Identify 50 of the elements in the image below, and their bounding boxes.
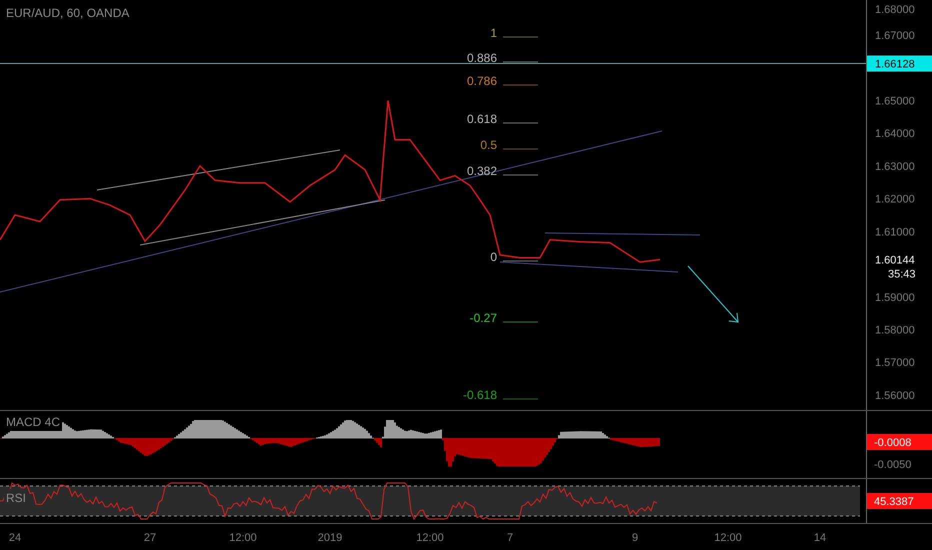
macd-axis-label: -0.0050: [874, 459, 912, 471]
fib-level-line: [502, 174, 538, 176]
price-axis-label: 1.64000: [875, 128, 915, 140]
time-axis-label: 12:00: [416, 532, 444, 544]
price-axis-label: 1.68000: [875, 4, 915, 16]
fib-level-line: [502, 122, 538, 124]
time-axis-label: 7: [506, 532, 514, 544]
price-axis-label: 1.61000: [875, 226, 915, 238]
fib-level-line: [502, 260, 538, 262]
channel-line[interactable]: [544, 232, 700, 236]
time-axis-label: 12:00: [714, 532, 742, 544]
fib-level-line: [502, 36, 538, 38]
arrow[interactable]: [688, 266, 739, 323]
time-axis-label: 9: [632, 532, 638, 544]
chart-title: EUR/AUD, 60, OANDA: [6, 5, 130, 22]
price-tag: 1.66128: [867, 56, 932, 72]
time-axis-label: 14: [814, 532, 826, 544]
fib-level-line: [502, 84, 538, 86]
fib-level-label: 0.382: [466, 164, 497, 178]
price-axis-label: 1.59000: [875, 292, 915, 304]
price-axis-label: 1.63000: [875, 160, 915, 173]
price-axis-label: 1.58000: [875, 324, 915, 336]
channel-line[interactable]: [96, 150, 340, 190]
price-axis-label: 1.67000: [875, 30, 915, 42]
fib-level-label: 0.5: [480, 138, 497, 152]
time-axis-label: 2019: [318, 532, 342, 544]
fib-level-label: -0.27: [470, 311, 497, 325]
time-axis-label: 24: [8, 532, 22, 544]
fib-level-label: 1: [490, 26, 497, 40]
price-axis-label: 1.56000: [875, 390, 915, 402]
fib-level-line: [502, 398, 538, 400]
price-axis-label: 1.62000: [875, 194, 915, 206]
macd-value-tag: -0.0008: [867, 434, 932, 450]
time-axis-label: 12:00: [229, 532, 257, 544]
last-price-label: 1.60144: [875, 254, 915, 266]
fib-level-line: [502, 148, 538, 150]
fib-level-label: -0.618: [462, 388, 497, 402]
horizontal-line[interactable]: [0, 63, 866, 64]
fib-level-label: 0.618: [466, 112, 497, 126]
rsi-value-tag: 45.3387: [867, 493, 932, 509]
time-axis-label: 27: [144, 532, 156, 544]
channel-line[interactable]: [140, 200, 386, 246]
price-axis-label: 1.65000: [875, 95, 915, 108]
price-axis-label: 1.57000: [875, 357, 915, 370]
trend-line[interactable]: [0, 130, 662, 292]
fib-level-label: 0: [490, 250, 497, 264]
fib-level-label: 0.886: [466, 51, 497, 65]
countdown-label: 35:43: [888, 268, 916, 280]
channel-line[interactable]: [500, 262, 678, 272]
fib-level-label: 0.786: [466, 74, 497, 88]
